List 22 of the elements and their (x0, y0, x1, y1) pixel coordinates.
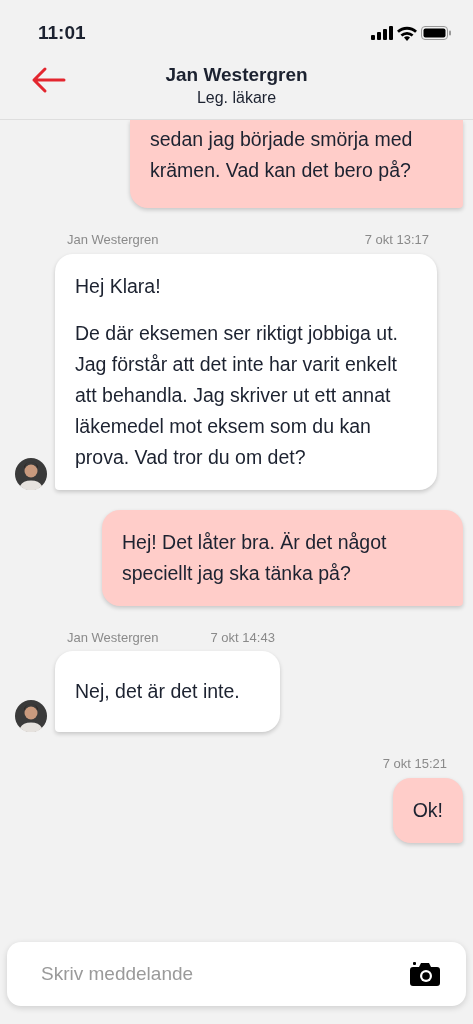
message-bubble: Hej Klara! De där eksemen ser riktigt jobbiga ut. Jag förstår att det inte har varit enkelt att behandla. Jag skriver ut ett annat läkemedel mot eksem som du kan prova. Vad tror du om det? (55, 253, 437, 490)
message-bubble: Ok! (392, 777, 463, 843)
avatar (15, 457, 47, 490)
avatar (15, 700, 47, 732)
message-time: 7 okt 13:17 (364, 231, 429, 249)
message-field[interactable]: Skriv meddelande (39, 958, 410, 990)
contact-role: Leg. läkare (196, 87, 277, 108)
message-bubble: Hej! Det låter bra. Är det något speciellt jag ska tänka på? (102, 509, 463, 606)
sender-name: Jan Westergren (67, 628, 159, 647)
status-time: 11:01 (38, 20, 86, 45)
message-time: 7 okt 15:21 (382, 755, 447, 773)
back-button[interactable] (30, 66, 66, 94)
message-time: 7 okt 14:43 (210, 628, 275, 647)
message-bubble: sedan jag började smörja med krämen. Vad kan det bero på? (130, 120, 463, 208)
camera-icon[interactable] (410, 962, 440, 986)
battery-icon (421, 26, 451, 40)
wifi-icon (397, 25, 417, 41)
sender-name: Jan Westergren (67, 231, 159, 249)
message-bubble: Nej, det är det inte. (55, 651, 280, 732)
signal-icon (371, 26, 393, 40)
contact-name: Jan Westergren (165, 62, 308, 87)
message-box[interactable]: Skriv meddelande (7, 942, 466, 1006)
